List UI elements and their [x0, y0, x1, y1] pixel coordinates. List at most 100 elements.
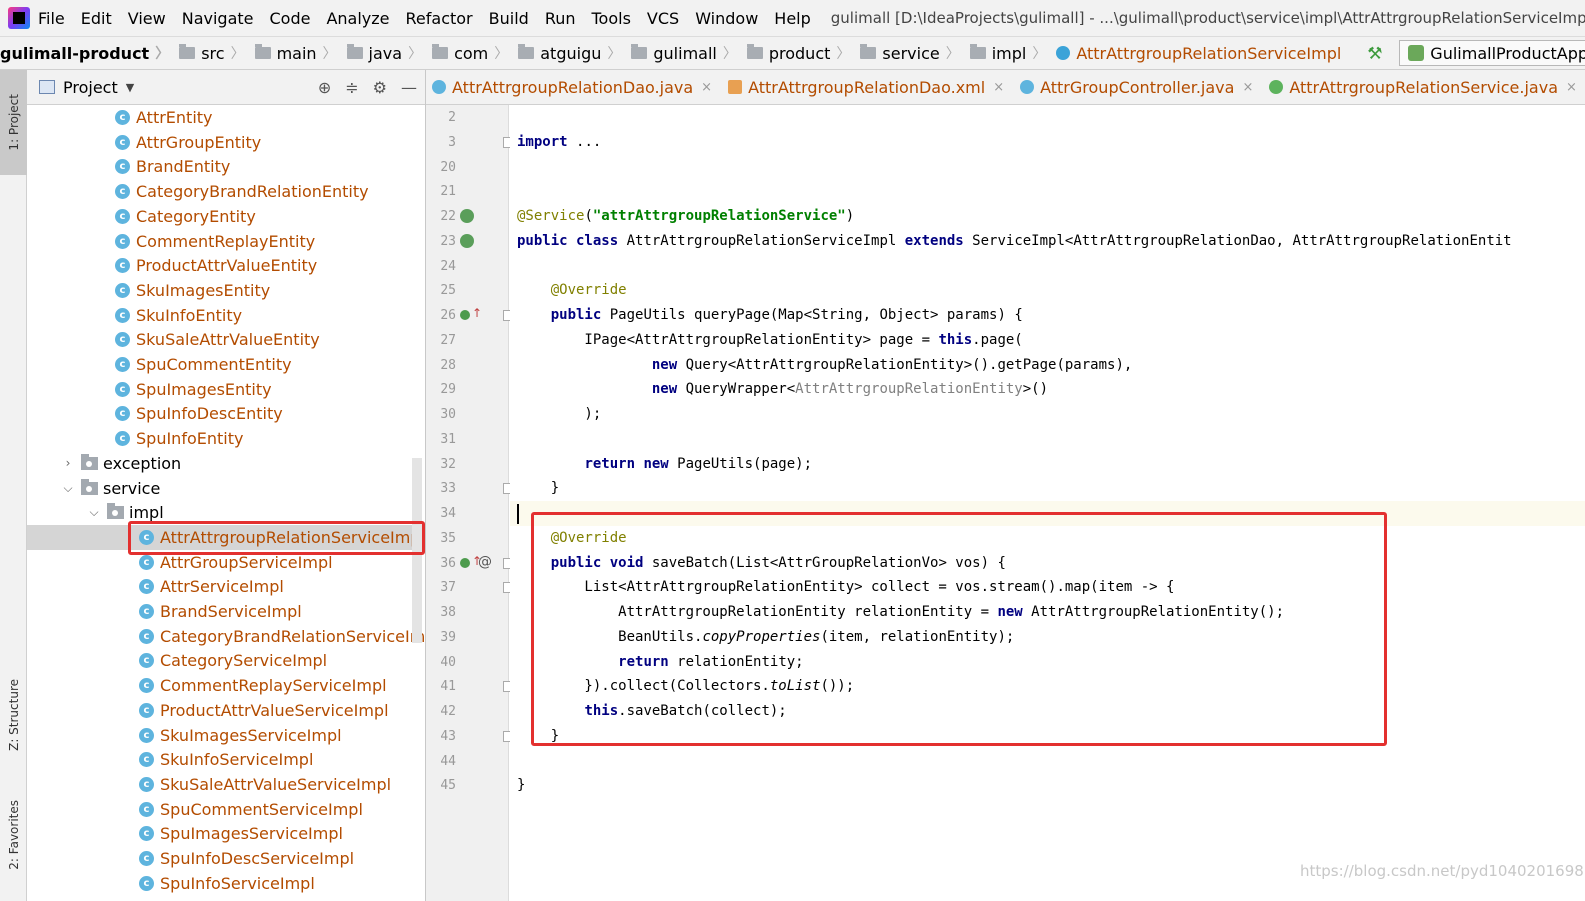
- hide-minimize-icon[interactable]: —: [401, 78, 417, 97]
- tree-item-package[interactable]: ⌵ impl: [27, 500, 425, 525]
- tree-item-class[interactable]: c SpuCommentServiceImpl: [27, 797, 425, 822]
- project-panel-title[interactable]: Project: [63, 78, 118, 97]
- code-line[interactable]: public PageUtils queryPage(Map<String, O…: [510, 303, 1585, 328]
- run-configuration-select[interactable]: GulimallProductApplication ⌵: [1399, 40, 1585, 66]
- tree-item-class[interactable]: c ProductAttrValueEntity: [27, 253, 425, 278]
- menu-edit[interactable]: Edit: [81, 9, 112, 28]
- code-line[interactable]: }).collect(Collectors.toList());: [510, 674, 1585, 699]
- tree-item-class[interactable]: c SpuInfoEntity: [27, 426, 425, 451]
- gear-icon[interactable]: ⚙: [373, 78, 387, 97]
- menu-help[interactable]: Help: [774, 9, 810, 28]
- chevron-right-icon[interactable]: ›: [61, 456, 75, 470]
- code-editor[interactable]: import ... @Service("attrAttrgroupRelatio…: [510, 105, 1585, 901]
- tree-item-class[interactable]: c CommentReplayEntity: [27, 229, 425, 254]
- menu-run[interactable]: Run: [545, 9, 576, 28]
- chevron-down-icon[interactable]: ⌵: [87, 505, 101, 520]
- tree-item-class[interactable]: c SkuInfoEntity: [27, 303, 425, 328]
- code-line[interactable]: public void saveBatch(List<AttrGroupRela…: [510, 551, 1585, 576]
- tree-item-class[interactable]: c SpuImagesServiceImpl: [27, 821, 425, 846]
- code-line[interactable]: AttrAttrgroupRelationEntity relationEnti…: [510, 600, 1585, 625]
- tree-item-class[interactable]: c SpuInfoDescServiceImpl: [27, 846, 425, 871]
- menu-navigate[interactable]: Navigate: [182, 9, 254, 28]
- menu-analyze[interactable]: Analyze: [326, 9, 389, 28]
- code-line[interactable]: [510, 427, 1585, 452]
- close-icon[interactable]: ×: [701, 80, 712, 95]
- breadcrumb-folder-gulimall[interactable]: gulimall 〉: [621, 43, 737, 63]
- breadcrumb-folder-src[interactable]: src 〉: [169, 43, 245, 63]
- breadcrumb-folder-atguigu[interactable]: atguigu 〉: [508, 43, 621, 63]
- collapse-all-icon[interactable]: ≑: [345, 78, 358, 97]
- menu-file[interactable]: File: [38, 9, 65, 28]
- code-line[interactable]: [510, 501, 1585, 526]
- breadcrumb-folder-main[interactable]: main 〉: [245, 43, 337, 63]
- code-line[interactable]: IPage<AttrAttrgroupRelationEntity> page …: [510, 328, 1585, 353]
- code-line[interactable]: [510, 155, 1585, 180]
- spring-bean-icon[interactable]: [460, 209, 474, 223]
- code-line[interactable]: public class AttrAttrgroupRelationServic…: [510, 229, 1585, 254]
- menu-refactor[interactable]: Refactor: [406, 9, 473, 28]
- implements-method-icon[interactable]: [460, 310, 470, 320]
- tree-item-class[interactable]: c AttrServiceImpl: [27, 574, 425, 599]
- breadcrumb-module[interactable]: gulimall-product 〉: [0, 43, 169, 63]
- breadcrumb-folder-com[interactable]: com 〉: [422, 43, 508, 63]
- breadcrumb-folder-service[interactable]: service 〉: [850, 43, 960, 63]
- breadcrumb-folder-java[interactable]: java 〉: [337, 43, 422, 63]
- breadcrumb-folder-product[interactable]: product 〉: [737, 43, 850, 63]
- code-line[interactable]: [510, 254, 1585, 279]
- close-icon[interactable]: ×: [993, 80, 1004, 95]
- code-line[interactable]: new Query<AttrAttrgroupRelationEntity>()…: [510, 353, 1585, 378]
- editor-tab[interactable]: AttrAttrgroupRelationDao.java ×: [426, 70, 722, 104]
- chevron-down-icon[interactable]: ⌵: [61, 481, 75, 496]
- locate-target-icon[interactable]: ⊕: [318, 78, 331, 97]
- tree-item-package[interactable]: › exception: [27, 451, 425, 476]
- tree-item-class[interactable]: c SpuInfoServiceImpl: [27, 871, 425, 896]
- menu-build[interactable]: Build: [489, 9, 529, 28]
- code-line[interactable]: }: [510, 476, 1585, 501]
- tree-item-class[interactable]: c AttrEntity: [27, 105, 425, 130]
- tree-item-class[interactable]: c AttrAttrgroupRelationServiceImpl: [27, 524, 425, 550]
- code-line[interactable]: import ...: [510, 130, 1585, 155]
- menu-vcs[interactable]: VCS: [647, 9, 679, 28]
- breadcrumb-class[interactable]: AttrAttrgroupRelationServiceImpl: [1046, 44, 1341, 63]
- editor-tab[interactable]: AttrAttrgroupRelationService.java ×: [1263, 70, 1585, 104]
- code-line[interactable]: new QueryWrapper<AttrAttrgroupRelationEn…: [510, 377, 1585, 402]
- tree-item-package[interactable]: ⌵ service: [27, 476, 425, 501]
- tree-item-class[interactable]: c SpuInfoDescEntity: [27, 401, 425, 426]
- editor-tab[interactable]: AttrGroupController.java ×: [1014, 70, 1263, 104]
- favorites-tool-tab[interactable]: 2: Favorites: [0, 785, 27, 885]
- code-line[interactable]: [510, 749, 1585, 774]
- tree-item-class[interactable]: c SkuImagesServiceImpl: [27, 723, 425, 748]
- code-line[interactable]: @Override: [510, 278, 1585, 303]
- tree-item-class[interactable]: c SkuInfoServiceImpl: [27, 747, 425, 772]
- code-line[interactable]: }: [510, 773, 1585, 798]
- menu-tools[interactable]: Tools: [592, 9, 631, 28]
- menu-code[interactable]: Code: [270, 9, 311, 28]
- tree-item-class[interactable]: c CategoryBrandRelationEntity: [27, 179, 425, 204]
- tree-item-class[interactable]: c BrandEntity: [27, 154, 425, 179]
- tree-item-class[interactable]: c CategoryServiceImpl: [27, 648, 425, 673]
- editor-tab[interactable]: AttrAttrgroupRelationDao.xml ×: [722, 70, 1014, 104]
- breadcrumb-folder-impl[interactable]: impl 〉: [960, 43, 1046, 63]
- tree-item-class[interactable]: c AttrGroupServiceImpl: [27, 550, 425, 575]
- code-line[interactable]: this.saveBatch(collect);: [510, 699, 1585, 724]
- code-line[interactable]: return new PageUtils(page);: [510, 452, 1585, 477]
- tree-item-class[interactable]: c SpuImagesEntity: [27, 377, 425, 402]
- code-line[interactable]: @Service("attrAttrgroupRelationService"): [510, 204, 1585, 229]
- close-icon[interactable]: ×: [1242, 80, 1253, 95]
- code-line[interactable]: @Override: [510, 526, 1585, 551]
- code-line[interactable]: );: [510, 402, 1585, 427]
- chevron-down-icon[interactable]: ▼: [126, 81, 134, 94]
- tree-item-class[interactable]: c CommentReplayServiceImpl: [27, 673, 425, 698]
- menu-window[interactable]: Window: [695, 9, 758, 28]
- code-line[interactable]: [510, 179, 1585, 204]
- tree-item-class[interactable]: c BrandServiceImpl: [27, 599, 425, 624]
- tree-item-class[interactable]: c CategoryBrandRelationServiceImpl: [27, 624, 425, 649]
- tree-item-class[interactable]: c CategoryEntity: [27, 204, 425, 229]
- implements-method-icon[interactable]: [460, 557, 470, 568]
- tree-item-class[interactable]: c SkuSaleAttrValueServiceImpl: [27, 772, 425, 797]
- code-line[interactable]: }: [510, 724, 1585, 749]
- tree-item-class[interactable]: c SpuCommentEntity: [27, 352, 425, 377]
- close-icon[interactable]: ×: [1566, 80, 1577, 95]
- code-line[interactable]: BeanUtils.copyProperties(item, relationE…: [510, 625, 1585, 650]
- mapping-at-icon[interactable]: @: [478, 554, 492, 570]
